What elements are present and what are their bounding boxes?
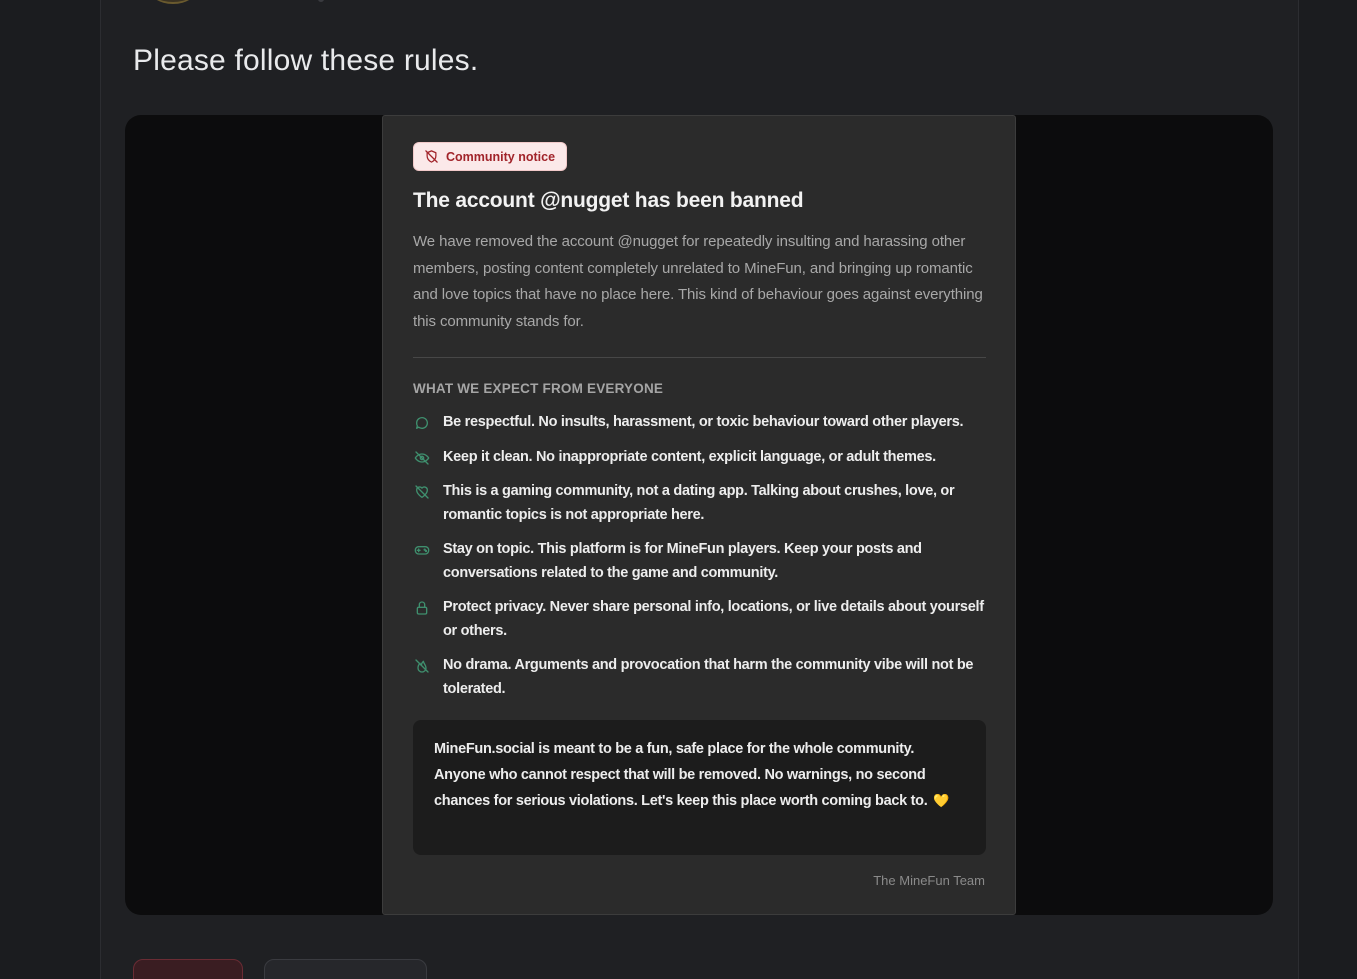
primary-action-button[interactable] xyxy=(133,959,243,979)
notice-intro: We have removed the account @nugget for … xyxy=(413,233,983,330)
rule-text: This is a gaming community, not a dating… xyxy=(443,483,955,523)
secondary-action-button[interactable] xyxy=(264,959,427,979)
divider xyxy=(413,357,986,358)
rule-text: Keep it clean. No inappropriate content,… xyxy=(443,448,936,465)
rule-item: Stay on topic. This platform is for Mine… xyxy=(413,538,993,585)
badge-label: Community notice xyxy=(446,149,556,164)
section-heading: WHAT WE EXPECT FROM EVERYONE xyxy=(413,381,664,396)
community-notice-badge: Community notice xyxy=(413,142,568,171)
signature: The MineFun Team xyxy=(873,873,985,888)
shield-off-icon xyxy=(425,150,438,163)
rule-item: This is a gaming community, not a dating… xyxy=(413,480,993,527)
flame-off-icon xyxy=(415,659,429,673)
rule-text: Be respectful. No insults, harassment, o… xyxy=(443,414,964,430)
rule-item: Be respectful. No insults, harassment, o… xyxy=(413,411,993,435)
rule-item: No drama. Arguments and provocation that… xyxy=(413,654,993,701)
rule-text: Stay on topic. This platform is for Mine… xyxy=(443,541,922,581)
eye-off-icon xyxy=(414,450,430,465)
gamepad-icon xyxy=(414,546,430,555)
rule-text: Protect privacy. Never share personal in… xyxy=(443,599,984,639)
rule-item: Protect privacy. Never share personal in… xyxy=(413,596,993,643)
chat-bubble-icon xyxy=(415,417,428,429)
callout-box: MineFun.social is meant to be a fun, saf… xyxy=(413,720,986,855)
page: Please follow these rules. Community not… xyxy=(0,0,1357,979)
community-notice-card: Community notice The account @nugget has… xyxy=(382,115,1016,915)
callout-text: MineFun.social is meant to be a fun, saf… xyxy=(434,737,964,815)
rule-item: Keep it clean. No inappropriate content,… xyxy=(413,446,993,470)
heart-off-icon xyxy=(415,485,429,499)
lock-icon xyxy=(416,601,428,615)
callout-message: MineFun.social is meant to be a fun, saf… xyxy=(434,741,928,809)
notice-title: The account @nugget has been banned xyxy=(413,189,804,212)
rule-text: No drama. Arguments and provocation that… xyxy=(443,657,974,697)
yellow-heart-icon: 💛 xyxy=(933,793,950,808)
post-text: Please follow these rules. xyxy=(133,44,479,77)
post-image[interactable]: Community notice The account @nugget has… xyxy=(125,115,1273,915)
rules-list: Be respectful. No insults, harassment, o… xyxy=(413,411,993,712)
